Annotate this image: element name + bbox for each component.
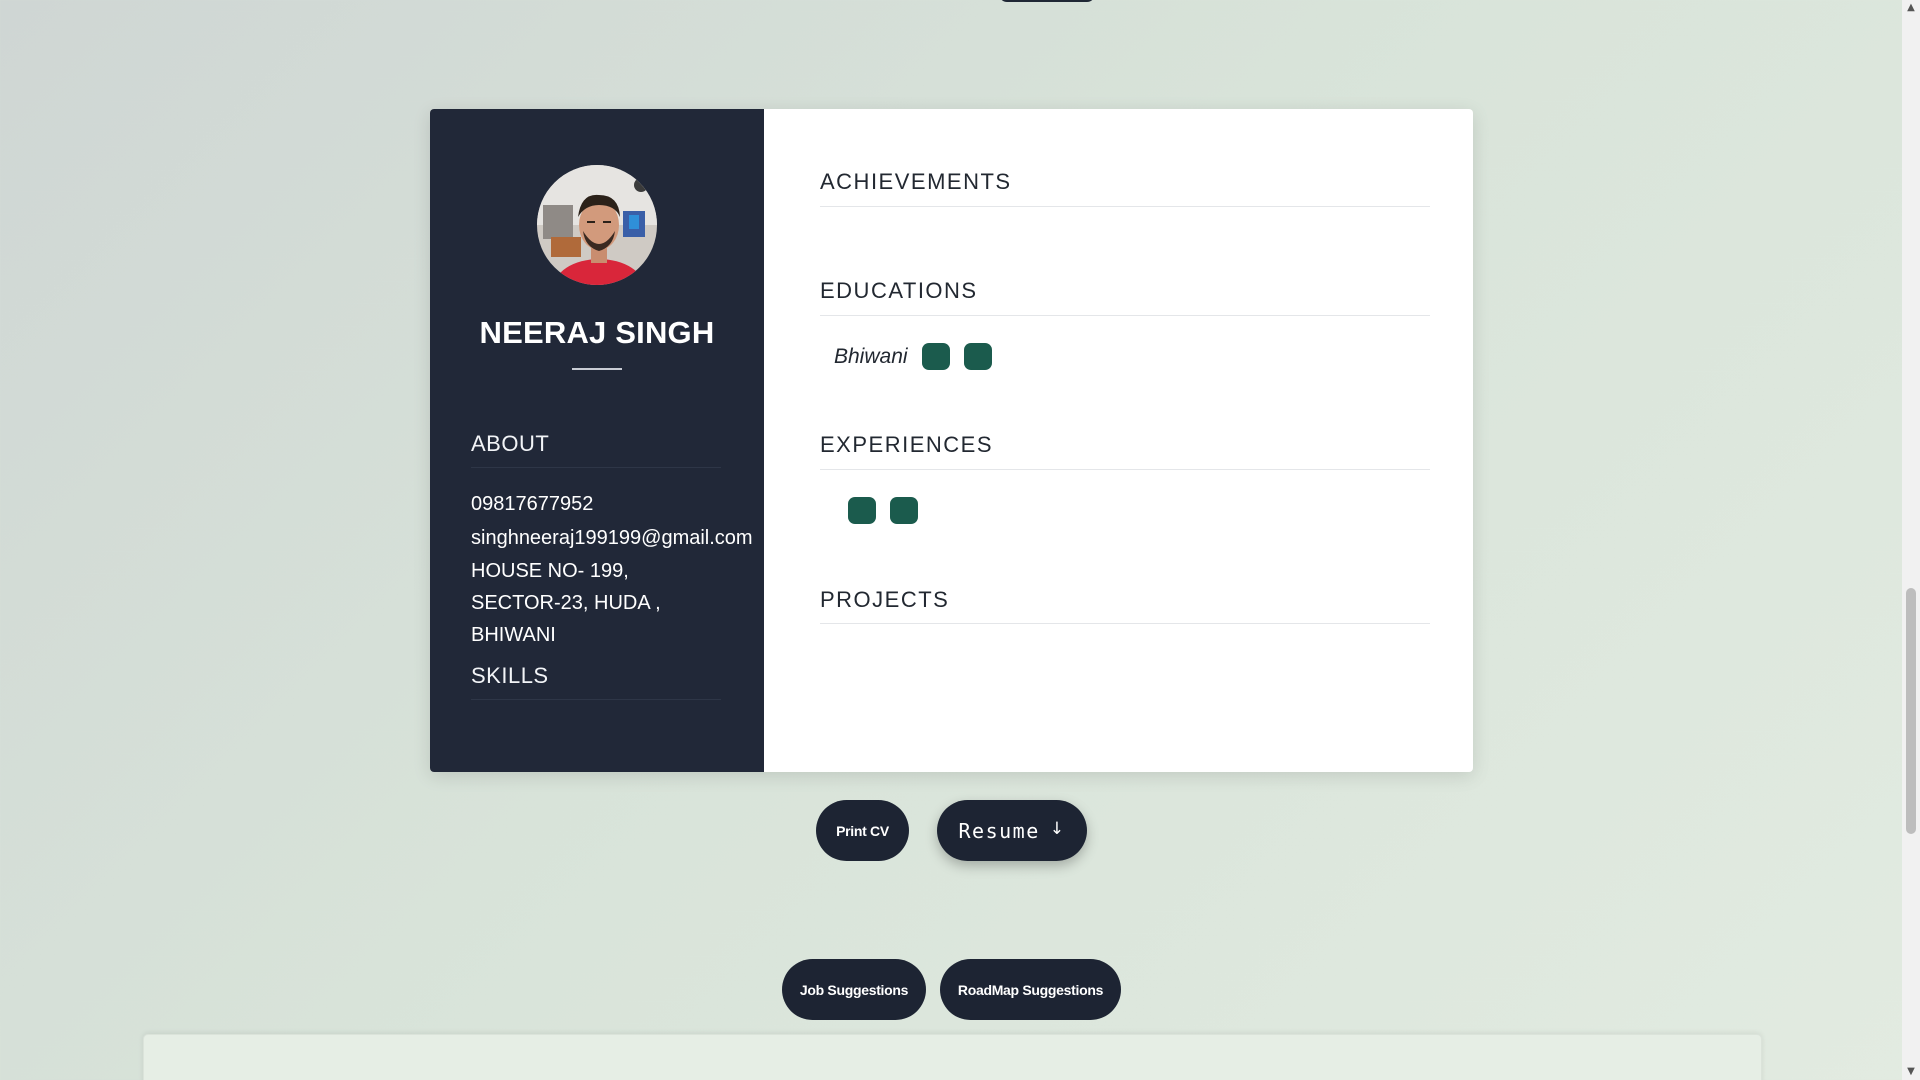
achievements-heading: ACHIEVEMENTS — [820, 169, 1012, 194]
roadmap-suggestions-button[interactable]: RoadMap Suggestions — [940, 959, 1121, 1020]
name-divider — [572, 368, 622, 370]
home-address: HOUSE NO- 199, SECTOR-23, HUDA , BHIWANI — [471, 560, 661, 646]
profile-photo-icon — [537, 165, 657, 285]
achievements-divider — [820, 206, 1430, 207]
experience-edit-button[interactable] — [848, 497, 876, 524]
skills-heading: SKILLS — [471, 663, 549, 688]
cv-sidebar: NEERAJ SINGH ABOUT 09817677952 singhneer… — [430, 109, 764, 772]
experience-entry — [848, 497, 932, 524]
experiences-heading: EXPERIENCES — [820, 432, 993, 457]
arrow-down-icon: ↓ — [1049, 818, 1066, 839]
cv-card: NEERAJ SINGH ABOUT 09817677952 singhneer… — [430, 109, 1473, 772]
scroll-up-icon[interactable]: ▲ — [1905, 2, 1917, 14]
print-cv-label: Print CV — [836, 822, 889, 839]
vertical-scrollbar[interactable]: ▲ ▼ — [1902, 0, 1920, 1080]
education-edit-button[interactable] — [921, 343, 950, 370]
scroll-down-icon[interactable]: ▼ — [1905, 1066, 1917, 1078]
about-divider — [471, 467, 721, 468]
cv-main: ACHIEVEMENTS EDUCATIONS Bhiwani EXPERIEN… — [764, 109, 1473, 772]
roadmap-suggestions-label: RoadMap Suggestions — [957, 981, 1104, 998]
suggestions-panel — [143, 1034, 1762, 1080]
job-suggestions-label: Job Suggestions — [799, 981, 909, 998]
scroll-thumb[interactable] — [1906, 588, 1916, 834]
experiences-divider — [820, 469, 1430, 470]
skills-divider — [471, 699, 721, 700]
educations-divider — [820, 315, 1430, 316]
projects-heading: PROJECTS — [820, 587, 950, 612]
email-address: singhneeraj199199@gmail.com — [471, 527, 753, 549]
education-delete-button[interactable] — [963, 343, 992, 370]
projects-divider — [820, 623, 1430, 624]
cut-off-button[interactable] — [999, 0, 1095, 2]
avatar — [537, 165, 657, 285]
contact-info: 09817677952 singhneeraj199199@gmail.com … — [471, 487, 771, 651]
job-suggestions-button[interactable]: Job Suggestions — [782, 959, 926, 1020]
print-cv-button[interactable]: Print CV — [816, 800, 909, 861]
education-place: Bhiwani — [834, 344, 908, 368]
resume-label: Resume — [958, 818, 1040, 843]
education-entry: Bhiwani — [834, 343, 1006, 370]
experience-delete-button[interactable] — [890, 497, 918, 524]
phone-number: 09817677952 — [471, 493, 594, 515]
profile-name: NEERAJ SINGH — [479, 315, 715, 350]
about-heading: ABOUT — [471, 431, 550, 456]
resume-download-button[interactable]: Resume ↓ — [937, 800, 1087, 861]
educations-heading: EDUCATIONS — [820, 278, 978, 303]
